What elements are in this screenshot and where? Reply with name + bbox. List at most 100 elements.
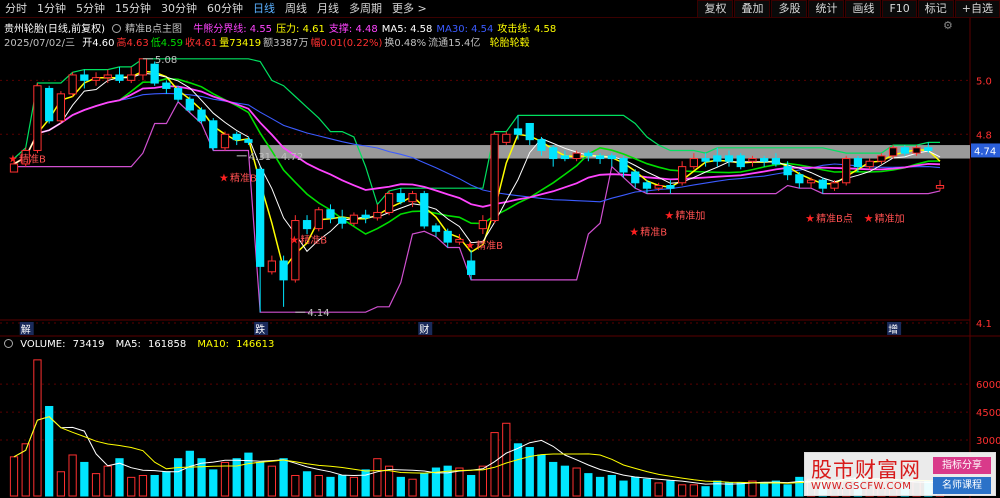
quote-value: 换0.48% bbox=[384, 38, 427, 49]
volume-bar bbox=[666, 480, 675, 497]
price-tick-label: 4.8 bbox=[976, 130, 992, 141]
candle-body bbox=[326, 209, 335, 219]
candle-body bbox=[642, 182, 652, 189]
volume-bar bbox=[724, 482, 734, 497]
signal-label: 精准B bbox=[476, 239, 503, 252]
signal-label: 精准B bbox=[300, 233, 327, 246]
candle-body bbox=[760, 158, 769, 162]
timeframe-tab[interactable]: 30分钟 bbox=[156, 0, 202, 18]
candle-body bbox=[806, 179, 816, 184]
toolbar-button[interactable]: +自选 bbox=[954, 0, 1000, 18]
volume-bar bbox=[68, 454, 77, 497]
timeframe-tab[interactable]: 周线 bbox=[280, 0, 312, 18]
candle-body bbox=[338, 217, 347, 224]
candle-body bbox=[595, 155, 605, 160]
volume-bar bbox=[572, 467, 581, 497]
quote-value: 低4.59 bbox=[150, 38, 183, 49]
candle-body bbox=[724, 155, 734, 162]
candle-body bbox=[748, 158, 757, 162]
timeframe-tab[interactable]: 月线 bbox=[312, 0, 344, 18]
candle-body bbox=[138, 58, 148, 76]
toolbar-button[interactable]: 叠加 bbox=[734, 0, 771, 18]
quote-value: 高4.63 bbox=[116, 38, 149, 49]
candle-body bbox=[877, 155, 886, 162]
signal-star-icon: ★ bbox=[629, 225, 639, 238]
volume-bar bbox=[420, 473, 429, 497]
volume-bar bbox=[584, 473, 593, 497]
candle-body bbox=[291, 220, 300, 281]
candle-body bbox=[279, 260, 288, 281]
volume-bar bbox=[607, 474, 616, 497]
toolbar-right-buttons: 复权 叠加 多股 统计 画线 F10 标记 +自选 bbox=[696, 0, 1000, 18]
volume-bar bbox=[373, 458, 382, 497]
volume-bar bbox=[490, 432, 499, 497]
candle-body bbox=[701, 158, 710, 162]
candle-body bbox=[842, 158, 851, 184]
candle-body bbox=[80, 74, 89, 81]
event-marker-label: 跌 bbox=[255, 323, 265, 336]
signal-label: 精准B点 bbox=[816, 212, 853, 225]
toolbar-button[interactable]: 画线 bbox=[845, 0, 882, 18]
timeframe-tab[interactable]: 1分钟 bbox=[32, 0, 71, 18]
volume-bar bbox=[127, 476, 136, 497]
signal-star-icon: ★ bbox=[465, 239, 475, 252]
gear-icon[interactable]: ⚙ bbox=[943, 20, 955, 32]
timeframe-tab[interactable]: 日线 bbox=[248, 0, 280, 18]
timeframe-tab[interactable]: 多周期 bbox=[344, 0, 387, 18]
timeframe-tab[interactable]: 更多 > bbox=[387, 0, 432, 18]
volume-bar bbox=[396, 476, 405, 497]
watermark-tag-share: 指标分享 bbox=[933, 457, 991, 474]
signal-star-icon: ★ bbox=[289, 233, 299, 246]
volume-bar bbox=[455, 467, 464, 497]
timeframe-tab[interactable]: 60分钟 bbox=[202, 0, 248, 18]
candle-body bbox=[795, 174, 804, 184]
stock-chart[interactable]: 5.0 4.8 4.1 3000 4500 6000 4.74 5.08 4.14 4.31 - … bbox=[0, 18, 1000, 498]
volume-bar bbox=[537, 454, 546, 497]
volume-bar bbox=[162, 471, 171, 497]
volume-bar bbox=[91, 473, 101, 497]
volume-bar bbox=[209, 469, 218, 497]
timeframe-tab[interactable]: 5分钟 bbox=[71, 0, 110, 18]
toolbar-button[interactable]: 多股 bbox=[771, 0, 808, 18]
candle-body bbox=[713, 155, 722, 162]
candle-body bbox=[525, 122, 534, 141]
toolbar-button[interactable]: 复权 bbox=[697, 0, 734, 18]
sector-tag[interactable]: 轮胎轮毂 bbox=[490, 38, 530, 49]
volume-bar bbox=[279, 458, 288, 497]
volume-bar bbox=[701, 486, 710, 497]
chart-background bbox=[0, 18, 1000, 498]
volume-bar bbox=[326, 476, 335, 497]
event-marker-label: 解 bbox=[21, 323, 31, 336]
candle-body bbox=[33, 85, 42, 151]
candle-body bbox=[467, 260, 476, 275]
volume-bar bbox=[783, 484, 792, 497]
toolbar-button[interactable]: F10 bbox=[882, 0, 917, 18]
toolbar-button[interactable]: 统计 bbox=[808, 0, 845, 18]
volume-bar bbox=[513, 443, 523, 497]
candle-body bbox=[396, 193, 405, 203]
toolbar: 分时 1分钟 5分钟 15分钟 30分钟 60分钟 日线 周线 月线 多周期 更多 > 复权 叠加 多股… bbox=[0, 0, 1000, 18]
volume-bar bbox=[256, 461, 265, 497]
candle-body bbox=[267, 260, 277, 273]
candle-body bbox=[572, 152, 581, 160]
volume-bar bbox=[525, 447, 534, 497]
candle-body bbox=[361, 214, 370, 219]
candle-body bbox=[45, 87, 54, 122]
candle-body bbox=[232, 133, 241, 141]
volume-tick-label: 3000 bbox=[976, 436, 1000, 447]
quote-value: 流通15.4亿 bbox=[428, 38, 481, 49]
volume-bar bbox=[56, 471, 66, 497]
signal-star-icon: ★ bbox=[805, 212, 815, 225]
volume-bar bbox=[560, 465, 570, 497]
signal-label: 精准B bbox=[230, 171, 257, 184]
signal-star-icon: ★ bbox=[219, 171, 229, 184]
candle-body bbox=[408, 193, 417, 203]
candle-body bbox=[478, 220, 487, 230]
candle-body bbox=[654, 185, 663, 189]
volume-bar bbox=[736, 482, 745, 497]
timeframe-tab[interactable]: 15分钟 bbox=[110, 0, 156, 18]
candle-body bbox=[384, 193, 394, 213]
timeframe-tab[interactable]: 分时 bbox=[0, 0, 32, 18]
candle-body bbox=[220, 133, 230, 149]
toolbar-button[interactable]: 标记 bbox=[917, 0, 954, 18]
